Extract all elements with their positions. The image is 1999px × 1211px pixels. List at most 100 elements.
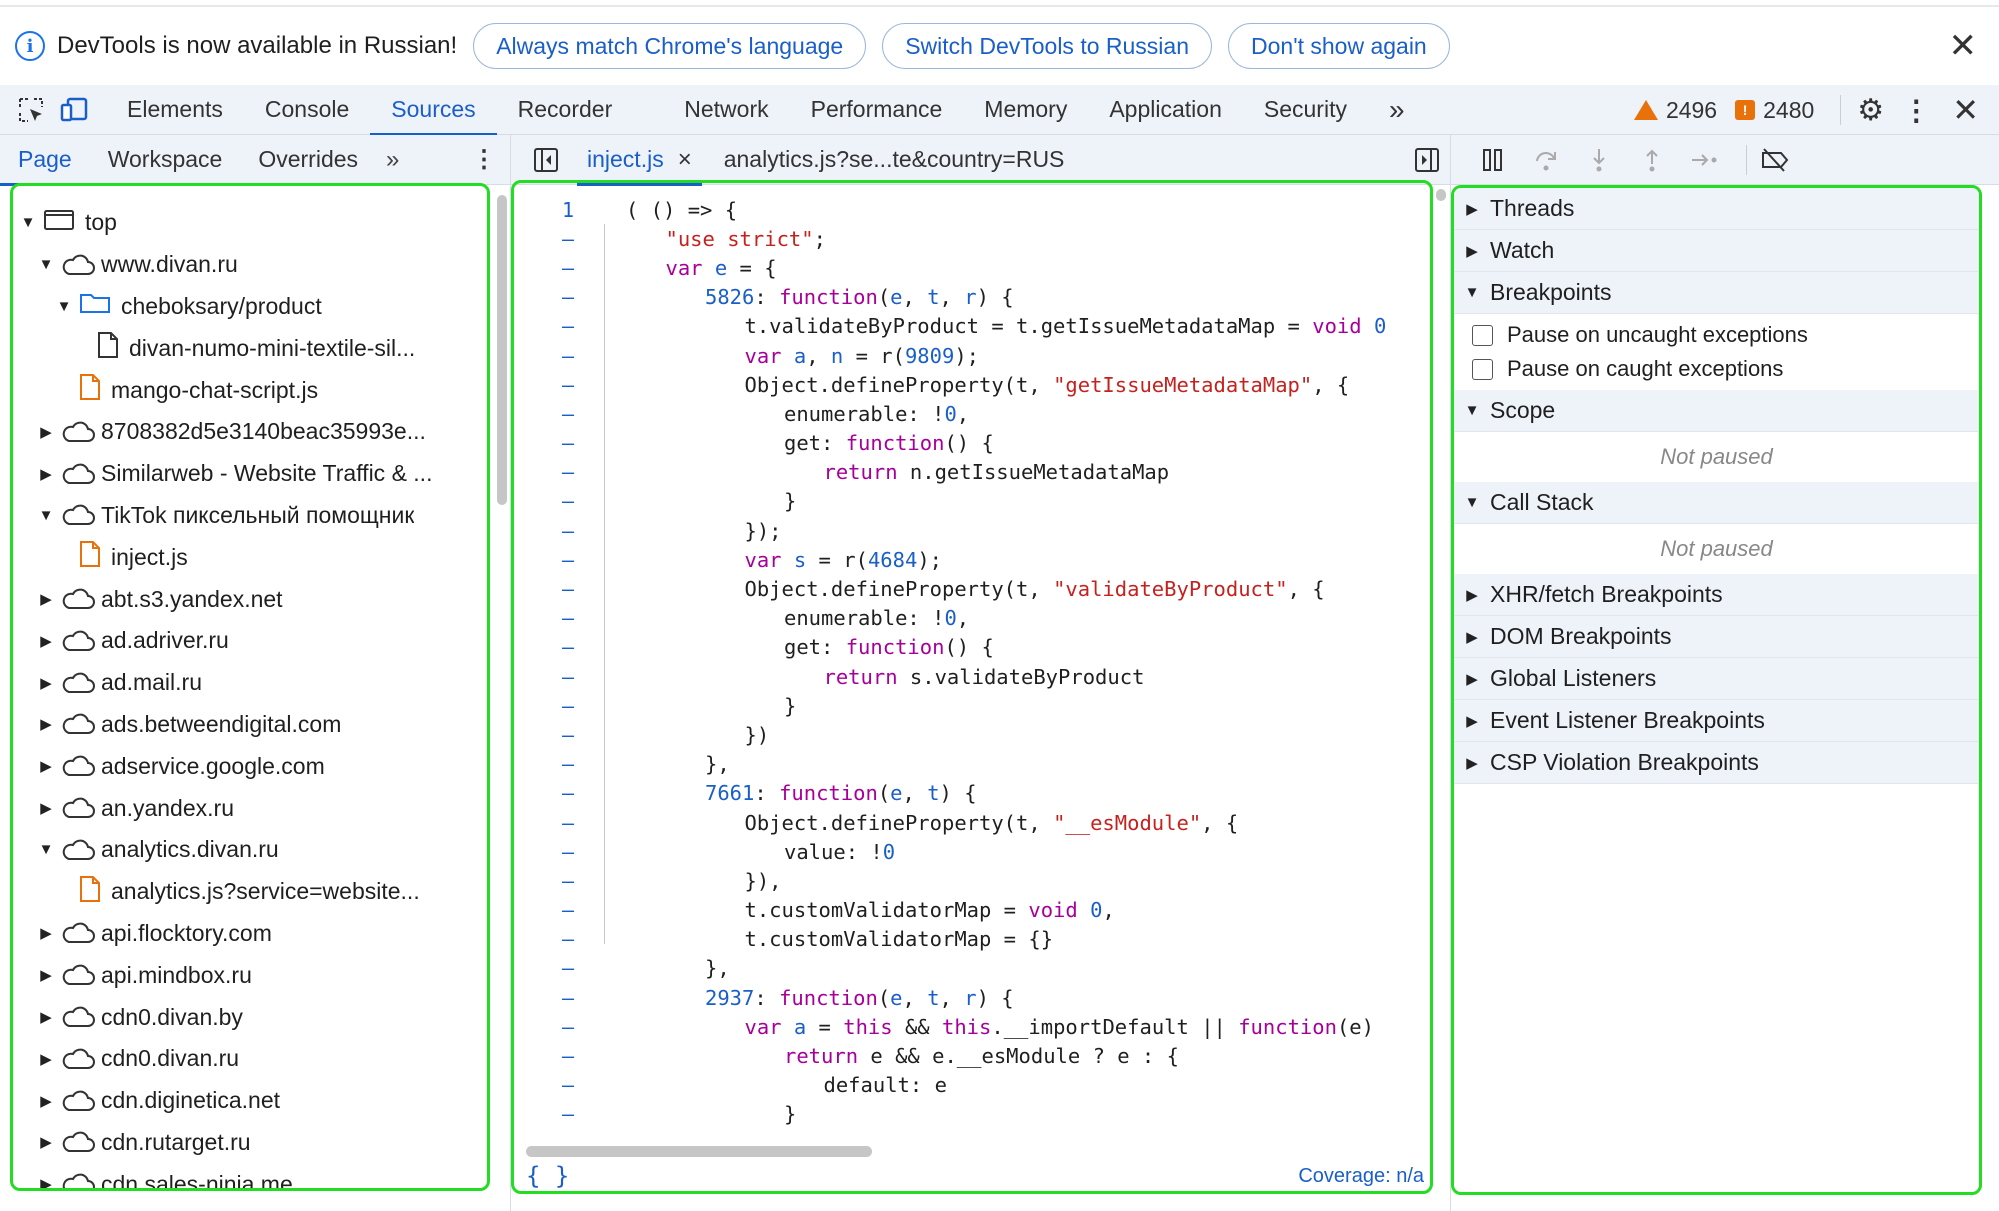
tree-item[interactable]: ▶ ad.mail.ru [13, 662, 487, 704]
expand-arrow-icon[interactable]: ▶ [35, 1133, 57, 1151]
line-number[interactable]: – [514, 344, 586, 368]
pause-caught-checkbox[interactable]: Pause on caught exceptions [1454, 352, 1979, 386]
toggle-navigator-icon[interactable] [531, 145, 561, 175]
deactivate-breakpoints-icon[interactable] [1755, 140, 1795, 180]
line-number[interactable]: – [514, 723, 586, 747]
tab-performance[interactable]: Performance [790, 85, 964, 135]
code-line[interactable]: –}) [514, 720, 1430, 749]
tree-item[interactable]: ▶ cdn.diginetica.net [13, 1080, 487, 1122]
line-number[interactable]: – [514, 519, 586, 543]
code-line[interactable]: – t.validateByProduct = t.getIssueMetadat… [514, 312, 1430, 341]
collapse-arrow-icon[interactable]: ▼ [53, 298, 75, 315]
code-line[interactable]: – return n.getIssueMetadataMap [514, 458, 1430, 487]
section-event-listener-breakpoints[interactable]: ▶ Event Listener Breakpoints [1454, 700, 1979, 742]
section-global-listeners[interactable]: ▶ Global Listeners [1454, 658, 1979, 700]
line-number[interactable]: – [514, 314, 586, 338]
line-number[interactable]: – [514, 694, 586, 718]
line-number[interactable]: – [514, 548, 586, 572]
toggle-debugger-icon[interactable] [1412, 145, 1442, 175]
expand-arrow-icon[interactable]: ▶ [35, 924, 57, 942]
close-devtools-icon[interactable]: ✕ [1952, 91, 1979, 129]
inspect-element-icon[interactable] [14, 95, 48, 125]
tree-item[interactable]: ▶ an.yandex.ru [13, 787, 487, 829]
code-line[interactable]: – t.customValidatorMap = void 0, [514, 896, 1430, 925]
editor-vertical-scrollbar[interactable] [1436, 189, 1446, 201]
code-line[interactable]: – "use strict"; [514, 224, 1430, 253]
tree-item[interactable]: ▶ api.flocktory.com [13, 913, 487, 955]
code-line[interactable]: – enumerable: !0, [514, 604, 1430, 633]
line-number[interactable]: – [514, 869, 586, 893]
code-line[interactable]: –} [514, 691, 1430, 720]
line-number[interactable]: – [514, 460, 586, 484]
expand-arrow-icon[interactable]: ▶ [35, 1008, 57, 1026]
close-icon[interactable]: ✕ [1949, 29, 1978, 63]
code-line[interactable]: – var a = this && this.__importDefault ||… [514, 1012, 1430, 1041]
expand-arrow-icon[interactable]: ▶ [35, 674, 57, 692]
code-line[interactable]: – Object.defineProperty(t, "getIssueMetad… [514, 370, 1430, 399]
line-number[interactable]: 1 [514, 198, 586, 222]
expand-arrow-icon[interactable]: ▶ [35, 590, 57, 608]
line-number[interactable]: – [514, 927, 586, 951]
code-view[interactable]: 1 ( () => {– "use strict"; – var e = {– 5826:… [511, 180, 1433, 1194]
line-number[interactable]: – [514, 1015, 586, 1039]
code-line[interactable]: –}, [514, 954, 1430, 983]
section-watch[interactable]: ▶ Watch [1454, 230, 1979, 272]
code-line[interactable]: – Object.defineProperty(t, "validateByPro… [514, 574, 1430, 603]
navigator-menu-icon[interactable]: ⋮ [472, 145, 496, 174]
line-number[interactable]: – [514, 898, 586, 922]
expand-arrow-icon[interactable]: ▶ [35, 423, 57, 441]
code-line[interactable]: – var a, n = r(9809); [514, 341, 1430, 370]
step-icon[interactable] [1685, 140, 1725, 180]
line-number[interactable]: – [514, 811, 586, 835]
code-line[interactable]: – enumerable: !0, [514, 399, 1430, 428]
tree-item[interactable]: ▶ cdn0.divan.ru [13, 1038, 487, 1080]
tab-network[interactable]: Network [663, 85, 789, 135]
more-tabs-icon[interactable]: » [1368, 85, 1426, 135]
switch-to-russian-button[interactable]: Switch DevTools to Russian [882, 23, 1212, 69]
line-number[interactable]: – [514, 577, 586, 601]
code-line[interactable]: –}); [514, 516, 1430, 545]
close-tab-icon[interactable]: × [678, 146, 692, 174]
tab-elements[interactable]: Elements [106, 85, 244, 135]
code-line[interactable]: – default: e [514, 1071, 1430, 1100]
line-number[interactable]: – [514, 606, 586, 630]
code-line[interactable]: 1 ( () => { [514, 195, 1430, 224]
line-number[interactable]: – [514, 840, 586, 864]
tree-item[interactable]: ▶ cdn0.divan.by [13, 996, 487, 1038]
tree-item[interactable]: mango-chat-script.js [13, 369, 487, 411]
pause-uncaught-checkbox[interactable]: Pause on uncaught exceptions [1454, 318, 1979, 352]
tree-item[interactable]: ▶ abt.s3.yandex.net [13, 578, 487, 620]
section-threads[interactable]: ▶ Threads [1454, 188, 1979, 230]
line-number[interactable]: – [514, 373, 586, 397]
tab-recorder[interactable]: Recorder [497, 85, 634, 135]
tree-item[interactable]: ▼ analytics.divan.ru [13, 829, 487, 871]
tree-item[interactable]: ▼ TikTok пиксельный помощник [13, 495, 487, 537]
tree-item[interactable]: divan-numo-mini-textile-sil... [13, 327, 487, 369]
tab-page[interactable]: Page [0, 135, 90, 186]
tab-application[interactable]: Application [1088, 85, 1243, 135]
code-line[interactable]: – get: function() { [514, 429, 1430, 458]
tab-memory[interactable]: Memory [963, 85, 1088, 135]
line-number[interactable]: – [514, 256, 586, 280]
tree-item[interactable]: ▶ Similarweb - Website Traffic & ... [13, 453, 487, 495]
line-number[interactable]: – [514, 1044, 586, 1068]
code-line[interactable]: –}, [514, 750, 1430, 779]
expand-arrow-icon[interactable]: ▶ [35, 632, 57, 650]
code-line[interactable]: – get: function() { [514, 633, 1430, 662]
more-navigator-tabs-icon[interactable]: » [376, 146, 409, 174]
tab-workspace[interactable]: Workspace [90, 135, 241, 185]
line-number[interactable]: – [514, 665, 586, 689]
warnings-badge[interactable]: 2496 [1633, 97, 1717, 124]
settings-gear-icon[interactable]: ⚙ [1857, 93, 1884, 128]
checkbox-icon[interactable] [1472, 324, 1493, 346]
tab-console[interactable]: Console [244, 85, 370, 135]
expand-arrow-icon[interactable]: ▶ [35, 1050, 57, 1068]
line-number[interactable]: – [514, 635, 586, 659]
expand-arrow-icon[interactable]: ▶ [35, 1175, 57, 1188]
step-out-icon[interactable] [1632, 140, 1672, 180]
expand-arrow-icon[interactable]: ▶ [35, 757, 57, 775]
line-number[interactable]: – [514, 956, 586, 980]
section-csp-violation-breakpoints[interactable]: ▶ CSP Violation Breakpoints [1454, 742, 1979, 784]
tree-item[interactable]: ▶ 8708382d5e3140beac35993e... [13, 411, 487, 453]
code-line[interactable]: – t.customValidatorMap = {} [514, 925, 1430, 954]
